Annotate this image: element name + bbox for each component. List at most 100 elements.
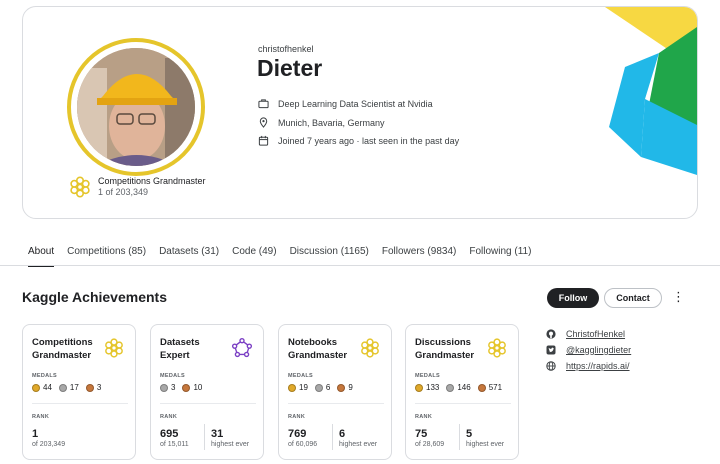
- gold-count: 44: [43, 383, 52, 392]
- bronze-count: 9: [348, 383, 353, 392]
- avatar[interactable]: [77, 48, 195, 166]
- medal-counts: 3 10: [160, 383, 209, 392]
- achievement-card-discussions[interactable]: Discussions Grandmaster MEDALS 133 146 57…: [405, 324, 519, 460]
- card-divider: [288, 403, 384, 404]
- medal-counts: 133 146 571: [415, 383, 509, 392]
- follow-button[interactable]: Follow: [547, 288, 599, 308]
- silver-medal-icon: [446, 383, 455, 392]
- grandmaster-icon: [361, 338, 379, 358]
- silver-medal-icon: [58, 383, 67, 392]
- profile-card: Competitions Grandmaster 1 of 203,349 ch…: [22, 6, 698, 219]
- bronze-medal-icon: [477, 383, 486, 392]
- card-title: Discussions Grandmaster: [415, 337, 475, 361]
- achievement-card-competitions[interactable]: Competitions Grandmaster MEDALS 44 17 3 R…: [22, 324, 136, 460]
- tab-followers[interactable]: Followers (9834): [382, 246, 456, 267]
- silver-count: 3: [171, 383, 176, 392]
- joined-text: Joined 7 years ago · last seen in the pa…: [278, 135, 460, 146]
- rank-separator: [459, 424, 460, 450]
- card-title: Notebooks Grandmaster: [288, 337, 348, 361]
- occupation-row: Deep Learning Data Scientist at Nvidia: [258, 98, 433, 109]
- highest-rank-label: highest ever: [339, 441, 378, 448]
- calendar-icon: [258, 135, 269, 146]
- tabs-divider: [0, 265, 720, 266]
- bronze-medal-icon: [182, 383, 191, 392]
- tier-rank: 1 of 203,349: [98, 187, 149, 197]
- card-title: Competitions Grandmaster: [32, 337, 93, 361]
- gold-count: 19: [299, 383, 308, 392]
- location-row: Munich, Bavaria, Germany: [258, 117, 385, 128]
- tab-datasets[interactable]: Datasets (31): [159, 246, 219, 267]
- card-divider: [415, 403, 511, 404]
- rank-value: 1: [32, 428, 39, 440]
- joined-row: Joined 7 years ago · last seen in the pa…: [258, 135, 459, 146]
- bronze-medal-icon: [85, 383, 94, 392]
- gold-medal-icon: [32, 383, 40, 392]
- card-divider: [32, 403, 128, 404]
- rank-total: of 60,096: [288, 441, 318, 448]
- achievement-card-notebooks[interactable]: Notebooks Grandmaster MEDALS 19 6 9 RANK …: [278, 324, 392, 460]
- rank-separator: [204, 424, 205, 450]
- gold-medal-icon: [415, 383, 423, 392]
- profile-tabs: About Competitions (85) Datasets (31) Co…: [28, 246, 544, 267]
- bronze-medal-icon: [337, 383, 346, 392]
- display-name: Dieter: [257, 55, 323, 81]
- github-link[interactable]: ChristofHenkel: [546, 326, 631, 342]
- rank-label: RANK: [32, 414, 50, 420]
- medals-label: MEDALS: [288, 373, 314, 379]
- grandmaster-icon: [105, 338, 123, 358]
- location-text: Munich, Bavaria, Germany: [278, 117, 385, 128]
- more-options-icon[interactable]: ⋮: [672, 290, 685, 306]
- tier-badge: Competitions Grandmaster 1 of 203,349: [68, 175, 206, 199]
- achievement-card-datasets[interactable]: Datasets Expert MEDALS 3 10 RANK 695 of 1…: [150, 324, 264, 460]
- rank-label: RANK: [415, 414, 433, 420]
- twitter-link-text: @kagglingdieter: [566, 345, 632, 355]
- highest-rank-label: highest ever: [466, 441, 505, 448]
- silver-count: 6: [325, 383, 331, 392]
- silver-count: 17: [69, 383, 79, 392]
- decorative-shapes: [605, 7, 697, 175]
- tab-code[interactable]: Code (49): [232, 246, 276, 267]
- website-link[interactable]: https://rapids.ai/: [546, 358, 631, 374]
- rank-label: RANK: [288, 414, 306, 420]
- grandmaster-icon: [70, 176, 90, 198]
- rank-total: of 28,609: [415, 441, 445, 448]
- avatar-ring: [67, 38, 205, 176]
- card-divider: [160, 403, 256, 404]
- expert-icon: [231, 337, 253, 358]
- highest-rank-value: 6: [339, 428, 346, 440]
- tab-competitions[interactable]: Competitions (85): [67, 246, 146, 267]
- card-title: Datasets Expert: [160, 337, 200, 361]
- highest-rank-label: highest ever: [211, 441, 250, 448]
- highest-rank-value: 5: [466, 428, 473, 440]
- rank-total: of 203,349: [32, 441, 66, 448]
- gold-medal-icon: [288, 383, 296, 392]
- github-icon: [546, 329, 556, 339]
- medals-label: MEDALS: [415, 373, 441, 379]
- silver-medal-icon: [314, 383, 323, 392]
- twitter-icon: [546, 345, 556, 355]
- highest-rank-value: 31: [211, 428, 224, 440]
- occupation-text: Deep Learning Data Scientist at Nvidia: [278, 98, 433, 109]
- github-link-text: ChristofHenkel: [566, 329, 626, 339]
- tier-label: Competitions Grandmaster: [98, 176, 206, 186]
- social-links: ChristofHenkel @kagglingdieter https://r…: [546, 326, 631, 374]
- rank-label: RANK: [160, 414, 178, 420]
- tab-about[interactable]: About: [28, 246, 55, 267]
- rank-value: 769: [288, 428, 307, 440]
- rank-value: 695: [160, 428, 179, 440]
- bronze-count: 10: [193, 383, 203, 392]
- rank-total: of 15,011: [160, 441, 189, 448]
- medal-counts: 19 6 9: [288, 383, 360, 392]
- user-handle: christofhenkel: [258, 44, 314, 54]
- twitter-link[interactable]: @kagglingdieter: [546, 342, 631, 358]
- tab-following[interactable]: Following (11): [469, 246, 531, 267]
- briefcase-icon: [258, 99, 269, 109]
- tab-discussion[interactable]: Discussion (1165): [290, 246, 369, 267]
- bronze-count: 3: [96, 383, 102, 392]
- medals-label: MEDALS: [160, 373, 186, 379]
- gold-count: 133: [426, 383, 440, 392]
- globe-icon: [546, 361, 556, 371]
- location-pin-icon: [259, 117, 268, 128]
- contact-button[interactable]: Contact: [604, 288, 662, 308]
- grandmaster-icon: [488, 338, 506, 358]
